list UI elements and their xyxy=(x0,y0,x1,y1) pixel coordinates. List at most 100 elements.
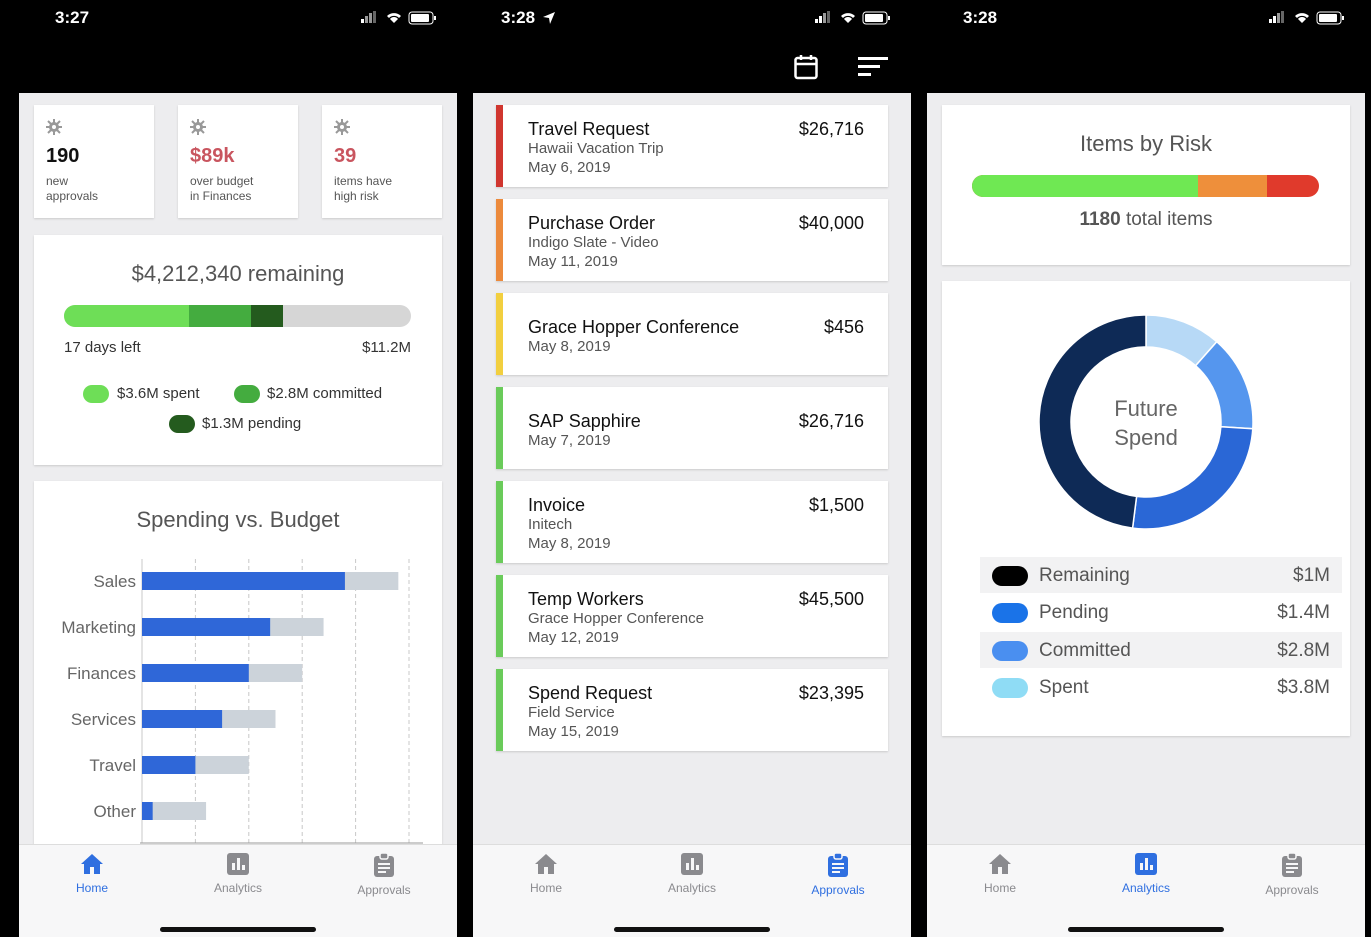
status-bar: 3:28 xyxy=(927,0,1365,36)
stat-card-budget[interactable]: $89k over budget in Finances xyxy=(178,105,298,218)
approval-amount: $26,716 xyxy=(798,119,864,139)
spending-bar-chart: 0$1M$2M$3M$4M$5MSalesMarketingFinancesSe… xyxy=(61,559,423,844)
committed-segment xyxy=(188,305,252,327)
days-left: 17 days left xyxy=(64,339,141,356)
category-label: Travel xyxy=(89,756,136,775)
pending-legend-dot xyxy=(169,415,195,433)
stat-value: 190 xyxy=(46,145,80,167)
tab-bar: Home Analytics Approvals xyxy=(473,844,911,937)
approval-title: Invoice xyxy=(528,495,586,515)
risk-stripe xyxy=(496,669,503,751)
approval-item[interactable]: Travel Request Hawaii Vacation Trip May … xyxy=(496,105,888,187)
budget-progress-bar xyxy=(64,305,411,327)
category-label: Finances xyxy=(67,664,136,683)
home-icon xyxy=(535,854,557,874)
status-time: 3:28 xyxy=(501,8,536,27)
spent-legend-label: $3.6M spent xyxy=(117,385,200,402)
location-arrow-icon xyxy=(543,12,555,24)
spent-bar xyxy=(142,572,345,590)
risk-stripe xyxy=(496,575,503,657)
approval-title: Spend Request xyxy=(528,683,653,703)
approval-item[interactable]: Invoice Initech May 8, 2019 $1,500 xyxy=(496,481,888,563)
donut-center-label: Future Spend xyxy=(1114,396,1178,450)
legend-row-remaining: Remaining $1M xyxy=(980,557,1342,593)
spent-bar xyxy=(142,756,196,774)
approval-date: May 12, 2019 xyxy=(528,629,619,646)
approval-item[interactable]: Spend Request Field Service May 15, 2019… xyxy=(496,669,888,751)
stat-value: 39 xyxy=(334,145,357,167)
analytics-content: Items by Risk 1180 total items Future Spe… xyxy=(927,93,1365,937)
status-bar: 3:27 xyxy=(19,0,457,36)
gear-icon xyxy=(46,119,62,135)
gear-icon xyxy=(334,119,350,135)
approval-amount: $45,500 xyxy=(798,589,864,609)
approval-title: Temp Workers xyxy=(528,589,644,609)
approval-date: May 11, 2019 xyxy=(528,253,618,270)
home-indicator xyxy=(614,927,770,932)
spent-bar xyxy=(142,802,153,820)
approval-subtitle: Grace Hopper Conference xyxy=(528,610,704,627)
legend-value: $1M xyxy=(1293,565,1330,586)
stat-desc: new approvals xyxy=(46,174,99,203)
approval-date: May 8, 2019 xyxy=(528,535,611,552)
status-icons xyxy=(1269,11,1344,25)
tab-approvals[interactable]: Approvals xyxy=(311,853,457,897)
legend-value: $3.8M xyxy=(1277,677,1330,698)
category-label: Sales xyxy=(93,572,136,591)
clipboard-icon xyxy=(1282,853,1302,877)
stat-desc: items have high risk xyxy=(334,174,393,203)
status-icons xyxy=(815,11,890,25)
approval-date: May 15, 2019 xyxy=(528,723,619,740)
analytics-icon xyxy=(681,853,703,875)
status-bar: 3:28 xyxy=(473,0,911,36)
approval-title: Travel Request xyxy=(528,119,650,139)
clipboard-icon xyxy=(374,853,394,877)
tab-approvals[interactable]: Approvals xyxy=(1219,853,1365,897)
approval-title: Purchase Order xyxy=(528,213,656,233)
budget-total: $11.2M xyxy=(362,339,411,356)
risk-title: Items by Risk xyxy=(1079,131,1213,156)
risk-total: 1180 total items xyxy=(1079,209,1213,230)
home-screen: 3:27 190 new approvals $89k over budget in… xyxy=(19,0,457,937)
future-spend-card: Future Spend Remaining $1M Pending $1.4M … xyxy=(942,281,1350,736)
spent-bar xyxy=(142,664,249,682)
tab-analytics[interactable]: Analytics xyxy=(165,853,311,895)
legend-label: Spent xyxy=(1039,677,1089,698)
approval-item[interactable]: Grace Hopper Conference May 8, 2019 $456 xyxy=(496,293,888,375)
budget-remaining: $4,212,340 remaining xyxy=(131,261,345,286)
risk-stripe xyxy=(496,105,503,187)
tab-analytics[interactable]: Analytics xyxy=(1073,853,1219,895)
approval-subtitle: Hawaii Vacation Trip xyxy=(528,140,664,157)
risk-stripe xyxy=(496,387,503,469)
medium-risk-segment xyxy=(1197,175,1267,197)
approval-item[interactable]: Temp Workers Grace Hopper Conference May… xyxy=(496,575,888,657)
tab-analytics[interactable]: Analytics xyxy=(619,853,765,895)
clipboard-icon xyxy=(828,853,848,877)
status-icons xyxy=(361,11,436,25)
analytics-icon xyxy=(227,853,249,875)
stat-card-approvals[interactable]: 190 new approvals xyxy=(34,105,154,218)
stat-value: $89k xyxy=(190,145,235,167)
status-time: 3:27 xyxy=(55,8,90,27)
pending-swatch xyxy=(992,603,1028,623)
sort-filter-icon[interactable] xyxy=(858,56,888,78)
approval-item[interactable]: SAP Sapphire May 7, 2019 $26,716 xyxy=(496,387,888,469)
spent-bar xyxy=(142,710,223,728)
analytics-icon xyxy=(1135,853,1157,875)
calendar-icon[interactable] xyxy=(794,54,818,80)
committed-swatch xyxy=(992,641,1028,661)
tab-bar: Home Analytics Approvals xyxy=(19,844,457,937)
home-icon xyxy=(81,854,103,874)
risk-card: Items by Risk 1180 total items xyxy=(942,105,1350,265)
approval-subtitle: Field Service xyxy=(528,704,615,721)
stat-card-risk[interactable]: 39 items have high risk xyxy=(322,105,442,218)
tab-home[interactable]: Home xyxy=(927,853,1073,895)
tab-home[interactable]: Home xyxy=(19,853,165,895)
committed-legend-dot xyxy=(234,385,260,403)
tab-approvals[interactable]: Approvals xyxy=(765,853,911,897)
legend-value: $2.8M xyxy=(1277,640,1330,661)
approval-item[interactable]: Purchase Order Indigo Slate - Video May … xyxy=(496,199,888,281)
analytics-screen: 3:28 Items by Risk 1180 total items Futu… xyxy=(927,0,1365,937)
pending-legend-label: $1.3M pending xyxy=(202,415,302,432)
tab-home[interactable]: Home xyxy=(473,853,619,895)
